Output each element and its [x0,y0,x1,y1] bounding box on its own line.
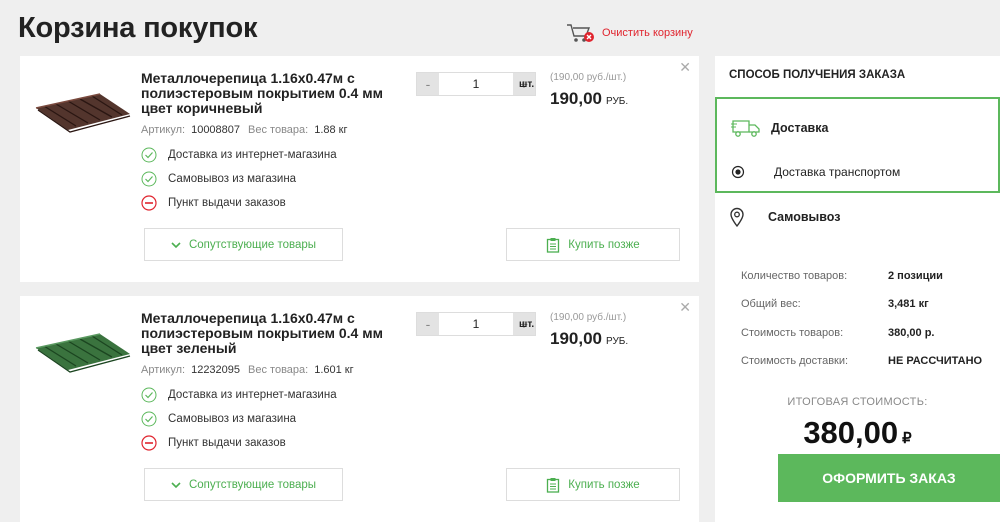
summary-label: Стоимость товаров: [741,327,844,339]
checkout-button[interactable]: ОФОРМИТЬ ЗАКАЗ [778,454,1000,502]
unit-price: (190,00 руб./шт.) [550,312,627,323]
check-circle-icon [141,147,157,163]
clear-cart-label: Очистить корзину [602,27,693,39]
radio-selected-icon[interactable] [731,165,745,179]
buy-later-label: Купить позже [568,478,640,491]
availability-pickup: Самовывоз из магазина [141,411,296,427]
map-pin-icon [730,207,744,227]
total-value: 380,00 [803,415,899,450]
item-price: 190,00 РУБ. [550,89,628,109]
decrement-button[interactable]: - [417,313,439,335]
clipboard-icon [547,477,560,493]
total-price: 380,00 ₽ [715,415,1000,451]
quantity-stepper: - + [416,72,536,96]
page-title: Корзина покупок [18,12,258,44]
weight-value: 1.88 кг [314,124,348,136]
item-price: 190,00 РУБ. [550,329,628,349]
product-title[interactable]: Металлочерепица 1.16x0.47м с полиэстеров… [141,311,401,356]
availability-delivery: Доставка из интернет-магазина [141,387,337,403]
decrement-button[interactable]: - [417,73,439,95]
price-value: 190,00 [550,89,602,108]
summary-row: Количество товаров: 2 позиции [741,270,943,282]
unit-label: шт. [519,79,535,90]
summary-row: Стоимость доставки: НЕ РАССЧИТАНО [741,355,982,367]
product-meta: Артикул: 12232095 Вес товара: 1.601 кг [141,364,362,376]
total-currency: ₽ [902,430,912,447]
quantity-input[interactable] [439,313,513,335]
buy-later-button[interactable]: Купить позже [506,228,680,261]
weight-label: Вес товара: [248,364,309,376]
product-image [35,93,131,133]
product-title[interactable]: Металлочерепица 1.16x0.47м с полиэстеров… [141,71,401,116]
related-products-label: Сопутствующие товары [188,238,317,251]
cart-remove-icon [567,24,594,42]
delivery-option-header: Доставка [731,118,828,138]
summary-label: Стоимость доставки: [741,355,849,367]
price-currency: РУБ. [606,96,629,107]
truck-icon [731,120,760,137]
check-circle-icon [141,171,157,187]
remove-item-button[interactable]: ✕ [679,299,691,316]
check-circle-icon [141,387,157,403]
product-image [35,333,131,373]
related-products-button[interactable]: Сопутствующие товары [144,468,343,501]
total-label: ИТОГОВАЯ СТОИМОСТЬ: [787,396,928,408]
article-value: 10008807 [191,124,241,136]
order-sidebar: СПОСОБ ПОЛУЧЕНИЯ ЗАКАЗА Доставка Доставк… [715,56,1000,522]
availability-pickup-point: Пункт выдачи заказов [141,435,286,451]
unit-price: (190,00 руб./шт.) [550,72,627,83]
weight-value: 1.601 кг [314,364,354,376]
availability-label: Доставка из интернет-магазина [168,149,337,161]
availability-label: Доставка из интернет-магазина [168,389,337,401]
weight-label: Вес товара: [248,124,309,136]
summary-label: Количество товаров: [741,270,848,282]
unit-label: шт. [519,319,535,330]
pickup-label: Самовывоз [768,210,841,224]
availability-delivery: Доставка из интернет-магазина [141,147,337,163]
summary-value: 380,00 р. [888,327,935,339]
availability-pickup-point: Пункт выдачи заказов [141,195,286,211]
availability-label: Самовывоз из магазина [168,173,297,185]
availability-pickup: Самовывоз из магазина [141,171,296,187]
chevron-down-icon [171,481,181,488]
delivery-option[interactable]: Доставка Доставка транспортом [715,97,1000,193]
product-meta: Артикул: 10008807 Вес товара: 1.88 кг [141,124,356,136]
clear-cart-button[interactable]: Очистить корзину [566,22,693,44]
price-value: 190,00 [550,329,602,348]
minus-circle-icon [141,195,157,211]
delivery-label: Доставка [771,121,829,135]
delivery-transport-label: Доставка транспортом [774,165,901,179]
summary-value: 2 позиции [888,270,943,282]
summary-value: НЕ РАССЧИТАНО [888,355,983,367]
buy-later-label: Купить позже [568,238,640,251]
summary-row: Стоимость товаров: 380,00 р. [741,327,934,339]
minus-circle-icon [141,435,157,451]
summary-label: Общий вес: [741,298,801,310]
delivery-transport-option[interactable]: Доставка транспортом [731,165,900,179]
price-currency: РУБ. [606,336,629,347]
availability-label: Самовывоз из магазина [168,413,297,425]
article-label: Артикул: [141,124,186,136]
related-products-label: Сопутствующие товары [188,478,317,491]
buy-later-button[interactable]: Купить позже [506,468,680,501]
availability-label: Пункт выдачи заказов [168,197,286,209]
chevron-down-icon [171,241,181,248]
check-circle-icon [141,411,157,427]
summary-row: Общий вес: 3,481 кг [741,298,929,310]
availability-label: Пункт выдачи заказов [168,437,286,449]
summary-value: 3,481 кг [888,298,929,310]
delivery-method-heading: СПОСОБ ПОЛУЧЕНИЯ ЗАКАЗА [729,69,906,81]
article-value: 12232095 [191,364,241,376]
article-label: Артикул: [141,364,186,376]
quantity-input[interactable] [439,73,513,95]
cart-item: Металлочерепица 1.16x0.47м с полиэстеров… [20,56,699,282]
remove-item-button[interactable]: ✕ [679,59,691,76]
related-products-button[interactable]: Сопутствующие товары [144,228,343,261]
clipboard-icon [547,237,560,253]
cart-item: Металлочерепица 1.16x0.47м с полиэстеров… [20,296,699,522]
quantity-stepper: - + [416,312,536,336]
pickup-option[interactable]: Самовывоз [729,207,840,227]
